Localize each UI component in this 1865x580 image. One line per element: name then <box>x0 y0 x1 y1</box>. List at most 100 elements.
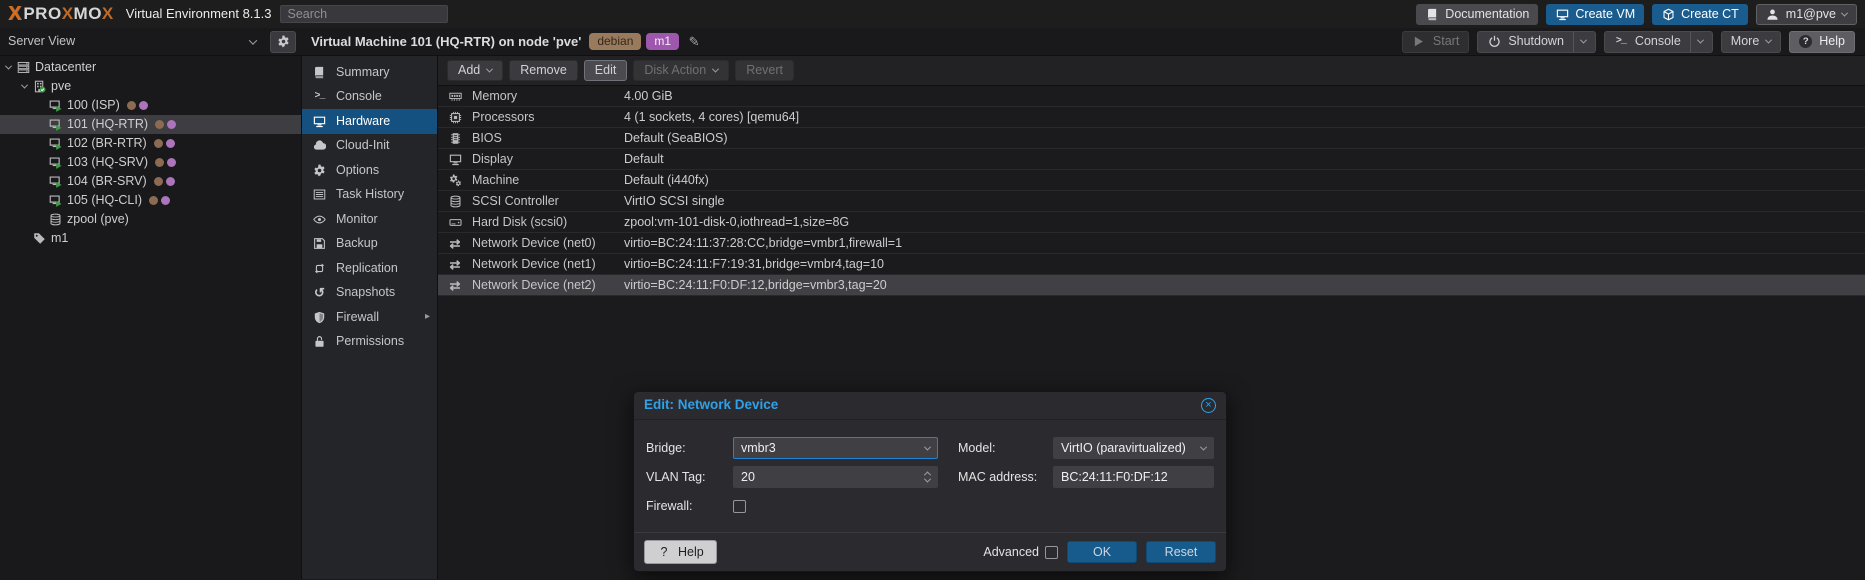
hardware-row-label: Processors <box>472 110 624 125</box>
question-icon: ? <box>1799 35 1812 48</box>
search-input[interactable] <box>280 5 448 23</box>
mac-address-field[interactable] <box>1053 466 1214 488</box>
split-caret[interactable] <box>1573 32 1586 52</box>
tree-item-104-br-srv[interactable]: 104 (BR-SRV) <box>0 172 301 191</box>
chevron-down-icon <box>1697 37 1704 44</box>
tag-dot-m1 <box>167 120 176 129</box>
chevron-down-icon <box>712 66 719 73</box>
vlan-tag-spinner[interactable] <box>733 466 938 488</box>
advanced-toggle[interactable]: Advanced <box>983 545 1058 560</box>
cube-icon <box>1661 7 1675 21</box>
chevron-down-icon[interactable] <box>1200 443 1207 450</box>
tag-debian[interactable]: debian <box>589 33 641 50</box>
tree-item-101-hq-rtr[interactable]: 101 (HQ-RTR) <box>0 115 301 134</box>
bridge-input[interactable] <box>741 441 919 456</box>
cogs-icon <box>448 173 462 187</box>
view-selector-combo[interactable]: Server View <box>0 31 264 53</box>
firewall-checkbox[interactable] <box>733 500 746 513</box>
vlan-tag-input[interactable] <box>741 470 919 485</box>
tree-item-zpool-pve[interactable]: zpool (pve) <box>0 210 301 229</box>
create-vm-button[interactable]: Create VM <box>1546 4 1644 25</box>
nav-item-task-history[interactable]: Task History <box>302 183 437 208</box>
console-button[interactable]: >_Console <box>1604 31 1713 53</box>
tag-dot-debian <box>154 177 163 186</box>
nav-item-backup[interactable]: Backup <box>302 232 437 257</box>
nav-item-firewall[interactable]: Firewall▸ <box>302 305 437 330</box>
bridge-combo[interactable] <box>733 437 938 459</box>
toolbar-button-remove[interactable]: Remove <box>509 60 578 81</box>
toolbar-button-disk-action[interactable]: Disk Action <box>633 60 729 81</box>
hardware-row-bios[interactable]: BIOSDefault (SeaBIOS) <box>438 128 1865 149</box>
toolbar-button-edit[interactable]: Edit <box>584 60 628 81</box>
documentation-button[interactable]: Documentation <box>1416 4 1538 25</box>
reset-button[interactable]: Reset <box>1146 541 1216 563</box>
tree-item-label: zpool (pve) <box>67 212 129 227</box>
create-ct-button[interactable]: Create CT <box>1652 4 1748 25</box>
tree-item-label: m1 <box>51 231 68 246</box>
hardware-row-processors[interactable]: Processors4 (1 sockets, 4 cores) [qemu64… <box>438 107 1865 128</box>
hardware-row-scsi-controller[interactable]: SCSI ControllerVirtIO SCSI single <box>438 191 1865 212</box>
hardware-row-label: Machine <box>472 173 624 188</box>
mac-address-input[interactable] <box>1061 470 1206 485</box>
nav-item-label: Summary <box>336 65 389 80</box>
nav-item-label: Replication <box>336 261 398 276</box>
tree-item-102-br-rtr[interactable]: 102 (BR-RTR) <box>0 134 301 153</box>
tag-m1[interactable]: m1 <box>646 33 679 50</box>
chevron-down-icon[interactable] <box>924 443 931 450</box>
toolbar-button-add[interactable]: Add <box>447 60 503 81</box>
proxmox-logo[interactable]: X PROXMOX <box>8 2 114 26</box>
hardware-row-value: virtio=BC:24:11:F0:DF:12,bridge=vmbr3,ta… <box>624 278 887 293</box>
help-button[interactable]: ? Help <box>644 540 717 564</box>
tree-item-100-isp[interactable]: 100 (ISP) <box>0 96 301 115</box>
expander-icon[interactable] <box>4 63 11 70</box>
tree-item-datacenter[interactable]: Datacenter <box>0 58 301 77</box>
model-input[interactable] <box>1061 441 1195 456</box>
view-selector-label: Server View <box>8 34 75 49</box>
tree-item-pve[interactable]: pve <box>0 77 301 96</box>
tag-dot-debian <box>155 120 164 129</box>
toolbar-button-revert[interactable]: Revert <box>735 60 794 81</box>
hardware-row-machine[interactable]: MachineDefault (i440fx) <box>438 170 1865 191</box>
hardware-row-hard-disk-scsi0[interactable]: Hard Disk (scsi0)zpool:vm-101-disk-0,iot… <box>438 212 1865 233</box>
nav-item-permissions[interactable]: Permissions <box>302 330 437 355</box>
hardware-row-display[interactable]: DisplayDefault <box>438 149 1865 170</box>
chevron-down-icon <box>1841 9 1848 16</box>
nav-item-snapshots[interactable]: ↺Snapshots <box>302 281 437 306</box>
split-caret[interactable] <box>1690 32 1703 52</box>
nav-item-hardware[interactable]: Hardware <box>302 109 437 134</box>
hardware-row-label: SCSI Controller <box>472 194 624 209</box>
shutdown-button[interactable]: Shutdown <box>1477 31 1596 53</box>
nav-item-console[interactable]: >_Console <box>302 85 437 110</box>
dialog-header[interactable]: Edit: Network Device × <box>634 392 1226 420</box>
model-combo[interactable] <box>1053 437 1214 459</box>
start-button[interactable]: Start <box>1402 31 1469 53</box>
edit-tags-pencil-icon[interactable]: ✎ <box>687 35 701 49</box>
nav-item-monitor[interactable]: Monitor <box>302 207 437 232</box>
tree-item-m1[interactable]: m1 <box>0 229 301 248</box>
expander-icon[interactable] <box>20 82 27 89</box>
advanced-checkbox[interactable] <box>1045 546 1058 559</box>
hardware-row-network-device-net1[interactable]: ⇄Network Device (net1)virtio=BC:24:11:F7… <box>438 254 1865 275</box>
more-button[interactable]: More <box>1721 31 1781 53</box>
nav-item-options[interactable]: Options <box>302 158 437 183</box>
vm-icon <box>48 194 62 208</box>
hardware-row-memory[interactable]: Memory4.00 GiB <box>438 86 1865 107</box>
nav-item-summary[interactable]: Summary <box>302 60 437 85</box>
tree-item-105-hq-cli[interactable]: 105 (HQ-CLI) <box>0 191 301 210</box>
spinner-down-icon[interactable] <box>924 476 931 483</box>
hardware-row-network-device-net0[interactable]: ⇄Network Device (net0)virtio=BC:24:11:37… <box>438 233 1865 254</box>
tree-item-label: 105 (HQ-CLI) <box>67 193 142 208</box>
nav-item-replication[interactable]: Replication <box>302 256 437 281</box>
vlan-tag-label: VLAN Tag: <box>646 470 733 485</box>
dialog-footer: ? Help Advanced OK Reset <box>634 532 1226 571</box>
m1-pve-button[interactable]: m1@pve <box>1756 4 1857 25</box>
hardware-row-network-device-net2[interactable]: ⇄Network Device (net2)virtio=BC:24:11:F0… <box>438 275 1865 296</box>
sidebar-gear-button[interactable] <box>270 31 296 53</box>
shield-icon <box>313 310 327 324</box>
nav-item-cloud-init[interactable]: Cloud-Init <box>302 134 437 159</box>
display-icon <box>1555 7 1569 21</box>
help-button[interactable]: ?Help <box>1789 31 1855 53</box>
ok-button[interactable]: OK <box>1067 541 1137 563</box>
close-icon[interactable]: × <box>1201 398 1216 413</box>
tree-item-103-hq-srv[interactable]: 103 (HQ-SRV) <box>0 153 301 172</box>
